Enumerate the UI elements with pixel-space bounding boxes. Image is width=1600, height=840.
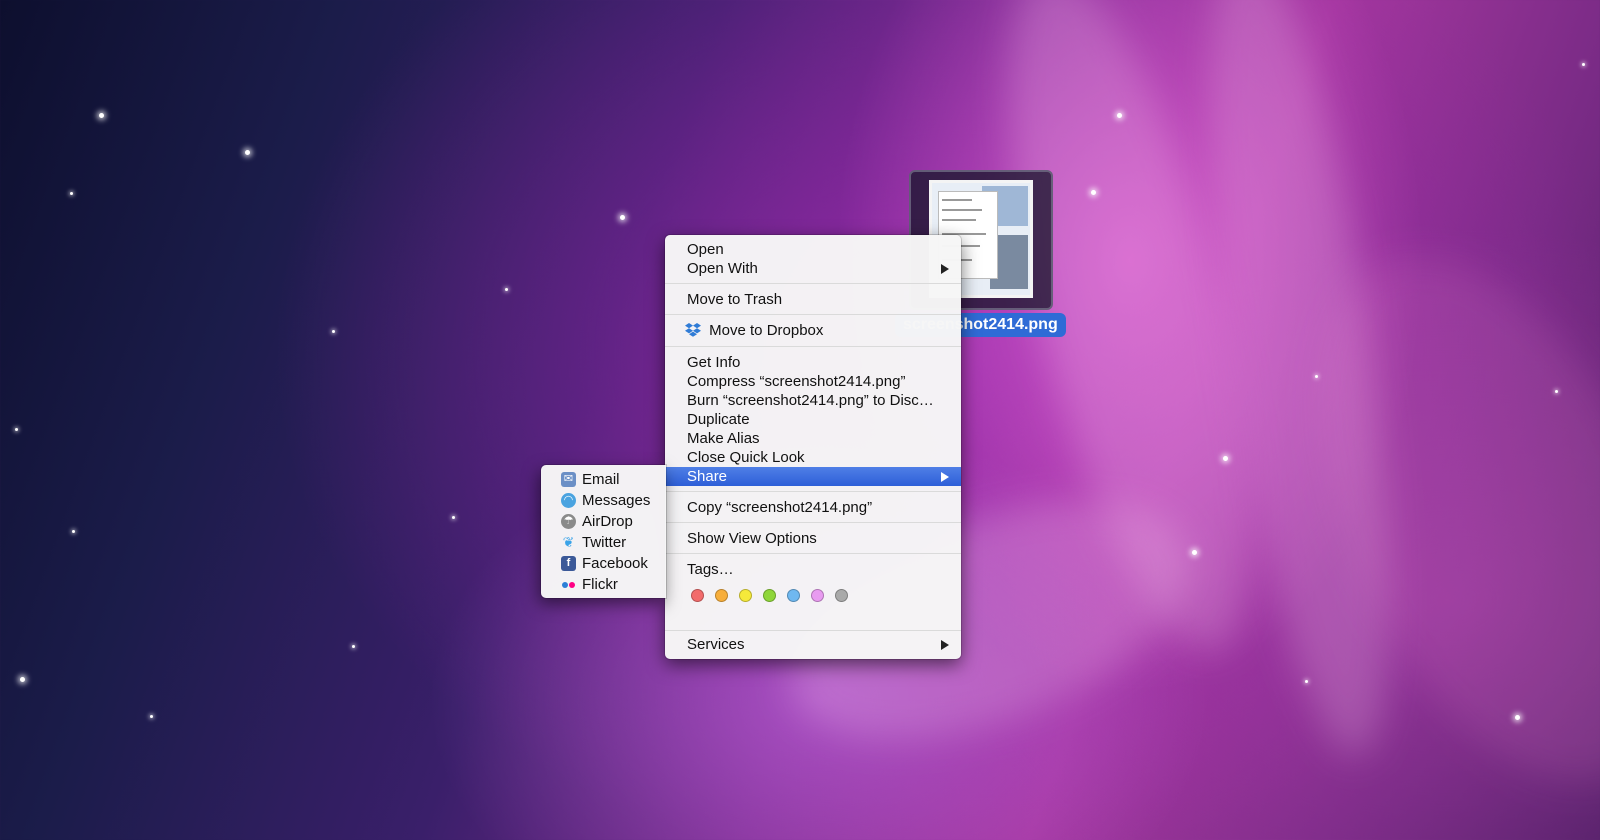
menu-item-open-with[interactable]: Open With (665, 259, 961, 278)
menu-item-label: Share (687, 468, 728, 485)
menu-item-show-view-options[interactable]: Show View Options (665, 529, 961, 548)
menu-item-duplicate[interactable]: Duplicate (665, 410, 961, 429)
tag-color-gray[interactable] (835, 589, 848, 602)
menu-item-move-to-trash[interactable]: Move to Trash (665, 290, 961, 309)
share-item-label: Twitter (582, 534, 627, 551)
submenu-arrow-icon (941, 640, 949, 650)
menu-item-open[interactable]: Open (665, 240, 961, 259)
submenu-arrow-icon (941, 264, 949, 274)
messages-icon: ◠ (561, 493, 576, 508)
menu-separator (665, 630, 961, 631)
share-item-label: Messages (582, 492, 651, 509)
menu-item-move-to-dropbox[interactable]: Move to Dropbox (665, 321, 961, 340)
tag-color-red[interactable] (691, 589, 704, 602)
share-item-airdrop[interactable]: ☂ AirDrop (541, 511, 666, 532)
menu-item-services[interactable]: Services (665, 635, 961, 654)
tag-color-blue[interactable] (787, 589, 800, 602)
share-submenu: ✉ Email ◠ Messages ☂ AirDrop ❦ Twitter f… (541, 465, 666, 598)
share-item-email[interactable]: ✉ Email (541, 469, 666, 490)
menu-separator (665, 283, 961, 284)
menu-item-copy[interactable]: Copy “screenshot2414.png” (665, 498, 961, 517)
share-item-facebook[interactable]: f Facebook (541, 553, 666, 574)
menu-item-burn[interactable]: Burn “screenshot2414.png” to Disc… (665, 391, 961, 410)
menu-item-close-quick-look[interactable]: Close Quick Look (665, 448, 961, 467)
menu-item-label: Services (687, 636, 745, 653)
tag-color-purple[interactable] (811, 589, 824, 602)
submenu-arrow-icon (941, 472, 949, 482)
tag-color-green[interactable] (763, 589, 776, 602)
menu-item-label: Move to Dropbox (709, 322, 824, 339)
email-icon: ✉ (561, 472, 576, 487)
dropbox-icon (685, 323, 701, 337)
share-item-label: Email (582, 471, 620, 488)
share-item-flickr[interactable]: Flickr (541, 574, 666, 595)
menu-separator (665, 491, 961, 492)
menu-separator (665, 553, 961, 554)
tag-color-yellow[interactable] (739, 589, 752, 602)
menu-separator (665, 314, 961, 315)
menu-item-make-alias[interactable]: Make Alias (665, 429, 961, 448)
menu-separator (665, 346, 961, 347)
airdrop-icon: ☂ (561, 514, 576, 529)
tag-color-orange[interactable] (715, 589, 728, 602)
flickr-icon (561, 577, 576, 592)
context-menu: Open Open With Move to Trash Move to Dro… (665, 235, 961, 659)
menu-item-label: Open With (687, 260, 758, 277)
menu-item-tags[interactable]: Tags… (665, 560, 961, 579)
facebook-icon: f (561, 556, 576, 571)
menu-item-share[interactable]: Share (665, 467, 961, 486)
menu-separator (665, 522, 961, 523)
twitter-icon: ❦ (562, 534, 575, 550)
share-item-label: Facebook (582, 555, 648, 572)
menu-item-compress[interactable]: Compress “screenshot2414.png” (665, 372, 961, 391)
share-item-twitter[interactable]: ❦ Twitter (541, 532, 666, 553)
share-item-messages[interactable]: ◠ Messages (541, 490, 666, 511)
menu-item-get-info[interactable]: Get Info (665, 353, 961, 372)
share-item-label: AirDrop (582, 513, 633, 530)
share-item-label: Flickr (582, 576, 618, 593)
